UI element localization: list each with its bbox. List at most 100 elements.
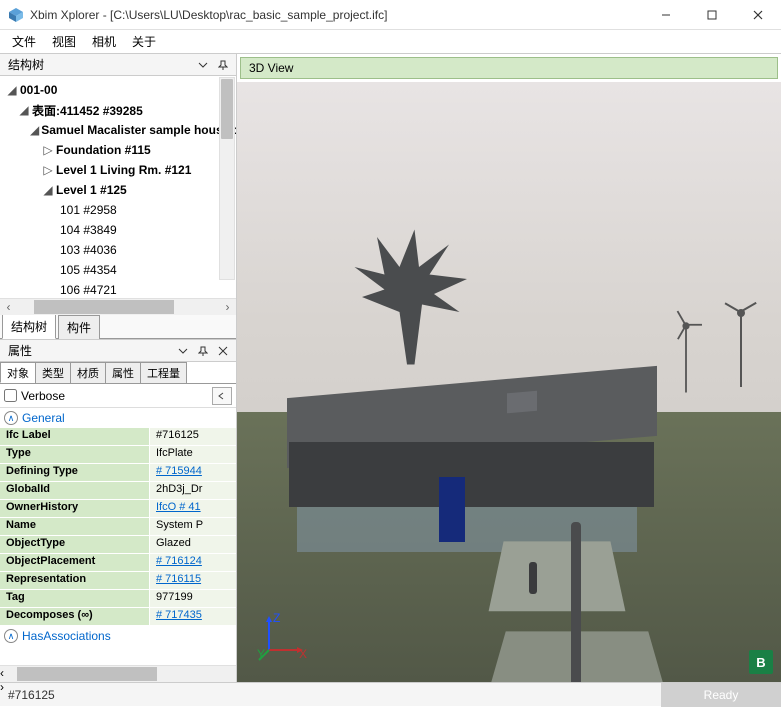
maximize-button[interactable] <box>689 0 735 30</box>
tree-item[interactable]: 103 #4036 <box>60 243 117 257</box>
verbose-checkbox[interactable] <box>4 389 17 402</box>
tree-item[interactable]: 104 #3849 <box>60 223 117 237</box>
tree-bottom-tabs: 结构树 构件 <box>0 315 236 339</box>
view3d-header: 3D View <box>240 57 778 79</box>
property-key: Ifc Label <box>0 428 150 445</box>
property-key: ObjectType <box>0 536 150 553</box>
property-row: NameSystem P <box>0 518 236 536</box>
wind-turbine-icon <box>721 297 761 387</box>
property-value: IfcPlate <box>150 446 236 463</box>
property-row: GlobalId2hD3j_Dr <box>0 482 236 500</box>
tree-node-level1[interactable]: Level 1 #125 <box>56 183 127 197</box>
tree-panel-title: 结构树 <box>8 56 192 73</box>
props-panel-header: 属性 <box>0 340 236 362</box>
property-value-link[interactable]: # 716115 <box>150 572 236 589</box>
tree-node-project[interactable]: Samuel Macalister sample house de <box>41 123 236 137</box>
tab-tree[interactable]: 结构树 <box>2 314 56 339</box>
collapse-up-icon[interactable]: ∧ <box>4 629 18 643</box>
props-toolbar: Verbose <box>0 384 236 408</box>
bim-badge-icon: B <box>749 650 773 674</box>
property-row: Tag977199 <box>0 590 236 608</box>
property-value-link[interactable]: IfcO # 41 <box>150 500 236 517</box>
tree-horizontal-scrollbar[interactable]: ‹ › <box>0 298 236 315</box>
props-close-icon[interactable] <box>214 342 232 360</box>
property-row: TypeIfcPlate <box>0 446 236 464</box>
view3d-title: 3D View <box>249 61 773 75</box>
pillar <box>571 522 581 682</box>
menu-view[interactable]: 视图 <box>44 31 84 52</box>
scroll-right-icon[interactable]: › <box>219 299 236 315</box>
tree-node-surface[interactable]: 表面:411452 #39285 <box>32 102 143 119</box>
scroll-left-icon[interactable]: ‹ <box>0 299 17 315</box>
property-row: Representation# 716115 <box>0 572 236 590</box>
tab-material[interactable]: 材质 <box>70 362 106 383</box>
props-dropdown-icon[interactable] <box>174 342 192 360</box>
tab-object[interactable]: 对象 <box>0 362 36 383</box>
props-back-button[interactable] <box>212 387 232 405</box>
property-value-link[interactable]: # 716124 <box>150 554 236 571</box>
expand-icon[interactable]: ◢ <box>42 184 54 196</box>
tree-item[interactable]: 105 #4354 <box>60 263 117 277</box>
skylight <box>507 391 537 414</box>
props-horizontal-scrollbar[interactable]: ‹ › <box>0 665 236 682</box>
property-row: Ifc Label#716125 <box>0 428 236 446</box>
menubar: 文件 视图 相机 关于 <box>0 30 781 54</box>
close-button[interactable] <box>735 0 781 30</box>
walkway <box>489 541 626 611</box>
property-value: 977199 <box>150 590 236 607</box>
property-value: #716125 <box>150 428 236 445</box>
tree-mesh-icon <box>332 222 482 372</box>
tree-panel-header: 结构树 <box>0 54 236 76</box>
expand-icon[interactable]: ◢ <box>6 84 18 96</box>
tree-item[interactable]: 106 #4721 <box>60 283 117 297</box>
axes-gizmo-icon: Z X Y <box>257 612 307 662</box>
group-associations[interactable]: ∧HasAssociations <box>0 626 236 646</box>
property-key: Representation <box>0 572 150 589</box>
tree-item[interactable]: 101 #2958 <box>60 203 117 217</box>
menu-about[interactable]: 关于 <box>124 31 164 52</box>
property-key: OwnerHistory <box>0 500 150 517</box>
tree-vertical-scrollbar[interactable] <box>219 77 235 280</box>
status-right: Ready <box>661 683 781 707</box>
property-key: ObjectPlacement <box>0 554 150 571</box>
svg-text:Y: Y <box>257 647 265 661</box>
property-key: Decomposes (∞) <box>0 608 150 625</box>
menu-file[interactable]: 文件 <box>4 31 44 52</box>
tree-dropdown-icon[interactable] <box>194 56 212 74</box>
group-general[interactable]: ∧General <box>0 408 236 428</box>
house-wall <box>289 442 654 507</box>
property-key: Name <box>0 518 150 535</box>
property-value: System P <box>150 518 236 535</box>
collapse-up-icon[interactable]: ∧ <box>4 411 18 425</box>
tab-typedef[interactable]: 类型 <box>35 362 71 383</box>
tree-node-level1living[interactable]: Level 1 Living Rm. #121 <box>56 163 191 177</box>
collapse-icon[interactable]: ▷ <box>42 144 54 156</box>
props-pin-icon[interactable] <box>194 342 212 360</box>
3d-viewport[interactable]: Z X Y B <box>237 82 781 682</box>
tree-view[interactable]: ◢001-00 ◢表面:411452 #39285 ◢Samuel Macali… <box>0 76 236 298</box>
property-value: Glazed <box>150 536 236 553</box>
property-key: Defining Type <box>0 464 150 481</box>
verbose-label: Verbose <box>21 389 65 403</box>
tree-pin-icon[interactable] <box>214 56 232 74</box>
menu-camera[interactable]: 相机 <box>84 31 124 52</box>
expand-icon[interactable]: ◢ <box>18 104 30 116</box>
tab-quantity[interactable]: 工程量 <box>140 362 187 383</box>
app-logo-icon <box>8 7 24 23</box>
tab-attr[interactable]: 属性 <box>105 362 141 383</box>
property-key: GlobalId <box>0 482 150 499</box>
property-value-link[interactable]: # 715944 <box>150 464 236 481</box>
tree-node-foundation[interactable]: Foundation #115 <box>56 143 151 157</box>
expand-icon[interactable]: ◢ <box>30 124 39 136</box>
titlebar: Xbim Xplorer - [C:\Users\LU\Desktop\rac_… <box>0 0 781 30</box>
property-row: Defining Type# 715944 <box>0 464 236 482</box>
door <box>439 477 465 542</box>
property-value-link[interactable]: # 717435 <box>150 608 236 625</box>
tab-component[interactable]: 构件 <box>58 315 100 339</box>
minimize-button[interactable] <box>643 0 689 30</box>
collapse-icon[interactable]: ▷ <box>42 164 54 176</box>
tree-node-root[interactable]: 001-00 <box>20 83 57 97</box>
window-title: Xbim Xplorer - [C:\Users\LU\Desktop\rac_… <box>30 8 643 22</box>
scroll-right-icon[interactable]: › <box>0 680 236 694</box>
property-row: ObjectTypeGlazed <box>0 536 236 554</box>
